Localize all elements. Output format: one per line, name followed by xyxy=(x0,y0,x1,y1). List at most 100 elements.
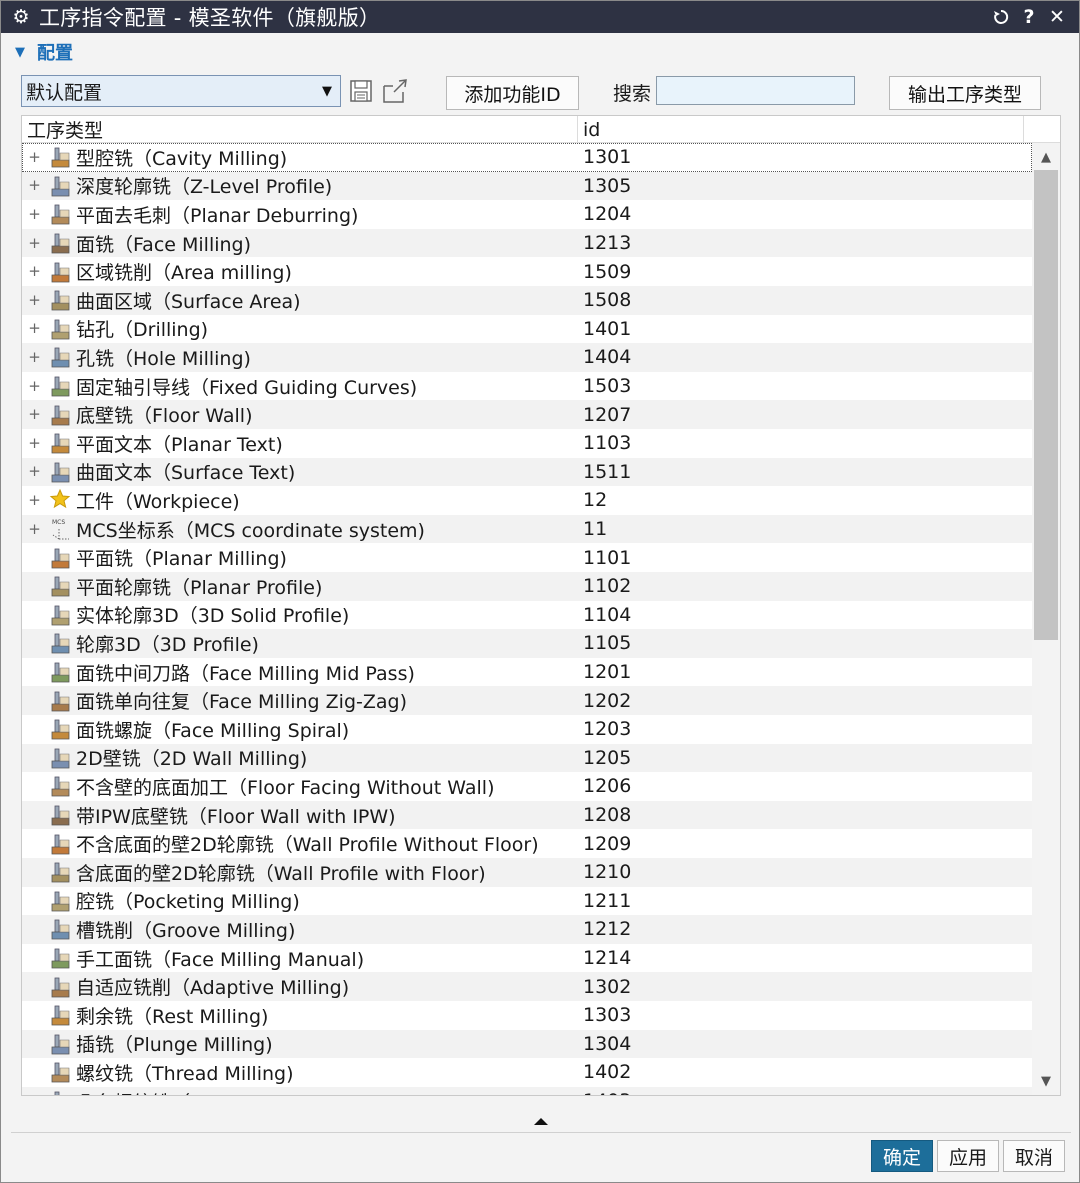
table-row[interactable]: 剩余铣（Rest Milling) 1303 xyxy=(22,1001,1032,1030)
operation-type-id: 1401 xyxy=(583,317,632,340)
table-row[interactable]: + 孔铣（Hole Milling) 1404 xyxy=(22,343,1032,372)
expand-plus-icon[interactable]: + xyxy=(28,178,41,193)
operation-type-name: 平面轮廓铣（Planar Profile) xyxy=(76,576,323,599)
cancel-button[interactable]: 取消 xyxy=(1003,1140,1065,1172)
footer-divider xyxy=(11,1132,1071,1133)
table-body: + 型腔铣（Cavity Milling) 1301 + 深度轮廓铣（Z-Level P… xyxy=(22,143,1032,1095)
table-row[interactable]: + MCS MCS坐标系（MCS coordinate system) 11 xyxy=(22,514,1032,544)
plunge-icon xyxy=(49,1032,73,1056)
close-icon[interactable]: ✕ xyxy=(1043,3,1071,31)
table-row[interactable]: + 区域铣削（Area milling) 1509 xyxy=(22,257,1032,286)
drill-icon xyxy=(49,317,73,341)
expand-plus-icon[interactable]: + xyxy=(28,264,41,279)
search-input[interactable] xyxy=(656,76,855,105)
scrollbar-thumb[interactable] xyxy=(1034,170,1058,640)
scroll-down-icon[interactable]: ▼ xyxy=(1032,1069,1060,1093)
operation-type-id: 1101 xyxy=(583,546,632,569)
config-select[interactable]: 默认配置 ▼ xyxy=(21,75,341,107)
table-row[interactable]: + 面铣（Face Milling) 1213 xyxy=(22,228,1032,258)
help-icon[interactable]: ? xyxy=(1015,3,1043,31)
dropdown-arrow-icon[interactable]: ▼ xyxy=(314,84,340,99)
zlevel-icon xyxy=(49,174,73,198)
vertical-scrollbar[interactable]: ▲ ▼ xyxy=(1032,143,1060,1095)
expand-plus-icon[interactable]: + xyxy=(28,206,41,221)
table-row[interactable]: 带IPW底壁铣（Floor Wall with IPW) 1208 xyxy=(22,800,1032,830)
table-row[interactable]: + 平面文本（Planar Text) 1103 xyxy=(22,429,1032,458)
operation-type-name: 2D壁铣（2D Wall Milling) xyxy=(76,748,308,771)
table-row[interactable]: + 型腔铣（Cavity Milling) 1301 xyxy=(22,143,1032,172)
expand-plus-icon[interactable]: + xyxy=(28,321,41,336)
table-row[interactable]: + 钻孔（Drilling) 1401 xyxy=(22,315,1032,344)
operation-type-id: 1402 xyxy=(583,1061,632,1084)
expand-plus-icon[interactable]: + xyxy=(28,435,41,450)
table-row[interactable]: + 工件（Workpiece) 12 xyxy=(22,486,1032,515)
table-row[interactable]: 平面轮廓铣（Planar Profile) 1102 xyxy=(22,572,1032,601)
table-row[interactable]: 面铣螺旋（Face Milling Spiral) 1203 xyxy=(22,715,1032,744)
collapse-panel-icon[interactable] xyxy=(531,1115,551,1127)
ok-button[interactable]: 确定 xyxy=(871,1140,933,1172)
chevron-down-icon[interactable]: ▼ xyxy=(15,45,31,60)
scroll-up-icon[interactable]: ▲ xyxy=(1032,145,1060,169)
table-row[interactable]: + 平面去毛刺（Planar Deburring) 1204 xyxy=(22,200,1032,229)
table-row[interactable]: + 固定轴引导线（Fixed Guiding Curves) 1503 xyxy=(22,372,1032,401)
table-row[interactable]: 螺纹铣（Thread Milling) 1402 xyxy=(22,1058,1032,1087)
expand-plus-icon[interactable]: + xyxy=(28,149,41,164)
rest-mill-icon xyxy=(49,1003,73,1027)
expand-plus-icon[interactable]: + xyxy=(28,349,41,364)
table-row[interactable]: 平面铣（Planar Milling) 1101 xyxy=(22,543,1032,572)
operation-type-name: 腔铣（Pocketing Milling) xyxy=(76,891,300,914)
operation-type-id: 1204 xyxy=(583,203,632,226)
reset-icon[interactable] xyxy=(987,3,1015,31)
table-row[interactable]: 轮廓3D（3D Profile) 1105 xyxy=(22,629,1032,658)
column-header-operation-type[interactable]: 工序类型 xyxy=(22,116,578,143)
table-row[interactable]: 自适应铣削（Adaptive Milling) 1302 xyxy=(22,972,1032,1001)
adaptive-icon xyxy=(49,975,73,999)
table-row[interactable]: 不含壁的底面加工（Floor Facing Without Wall) 1206 xyxy=(22,772,1032,801)
expand-plus-icon[interactable]: + xyxy=(28,492,41,507)
operation-type-id: 1208 xyxy=(583,804,632,827)
table-row[interactable]: 实体轮廓3D（3D Solid Profile) 1104 xyxy=(22,601,1032,630)
save-config-button[interactable] xyxy=(347,77,375,105)
dialog-window: ⚙ 工序指令配置 - 模圣软件（旗舰版） ? ✕ ▼ 配置 默认配置 ▼ 添加功… xyxy=(0,0,1080,1183)
table-row[interactable]: 含底面的壁2D轮廓铣（Wall Profile with Floor) 1210 xyxy=(22,858,1032,887)
table-row[interactable]: + 底壁铣（Floor Wall) 1207 xyxy=(22,400,1032,429)
export-config-button[interactable] xyxy=(381,77,409,105)
search-label: 搜索 xyxy=(613,83,652,105)
config-section-header[interactable]: ▼ 配置 xyxy=(15,40,73,64)
apply-button[interactable]: 应用 xyxy=(937,1140,999,1172)
operation-type-id: 1213 xyxy=(583,232,632,255)
operation-type-name: 实体轮廓3D（3D Solid Profile) xyxy=(76,605,350,628)
operation-type-name: 轮廓3D（3D Profile) xyxy=(76,633,259,656)
expand-plus-icon[interactable]: + xyxy=(28,292,41,307)
table-row[interactable]: + 曲面区域（Surface Area) 1508 xyxy=(22,286,1032,315)
wall-profile-icon xyxy=(49,832,73,856)
expand-plus-icon[interactable]: + xyxy=(28,378,41,393)
table-row[interactable]: 插铣（Plunge Milling) 1304 xyxy=(22,1029,1032,1059)
table-row[interactable]: 凸台螺纹铣（Boss Thread Milling) 1403 xyxy=(22,1086,1032,1095)
export-icon xyxy=(383,79,407,103)
expand-plus-icon[interactable]: + xyxy=(28,521,41,536)
expand-plus-icon[interactable]: + xyxy=(28,235,41,250)
spiral-icon xyxy=(49,717,73,741)
table-row[interactable]: 面铣单向往复（Face Milling Zig-Zag) 1202 xyxy=(22,686,1032,715)
table-row[interactable]: + 曲面文本（Surface Text) 1511 xyxy=(22,457,1032,487)
table-row[interactable]: 腔铣（Pocketing Milling) 1211 xyxy=(22,887,1032,916)
add-function-id-button[interactable]: 添加功能ID xyxy=(446,76,579,110)
table-row[interactable]: 2D壁铣（2D Wall Milling) 1205 xyxy=(22,743,1032,773)
table-row[interactable]: 手工面铣（Face Milling Manual) 1214 xyxy=(22,944,1032,973)
operation-type-id: 1403 xyxy=(583,1090,631,1095)
svg-text:MCS: MCS xyxy=(52,519,65,526)
operation-type-id: 1202 xyxy=(583,689,632,712)
table-row[interactable]: 不含底面的壁2D轮廓铣（Wall Profile Without Floor) 1… xyxy=(22,829,1032,858)
floor-facing-icon xyxy=(49,774,73,798)
gear-icon[interactable]: ⚙ xyxy=(11,6,31,28)
column-header-id[interactable]: id xyxy=(578,116,1024,143)
expand-plus-icon[interactable]: + xyxy=(28,407,41,422)
export-operation-types-button[interactable]: 输出工序类型 xyxy=(889,76,1041,110)
table-row[interactable]: 槽铣削（Groove Milling) 1212 xyxy=(22,915,1032,944)
expand-plus-icon[interactable]: + xyxy=(28,464,41,479)
operation-type-name: 不含壁的底面加工（Floor Facing Without Wall) xyxy=(76,776,495,799)
table-row[interactable]: + 深度轮廓铣（Z-Level Profile) 1305 xyxy=(22,171,1032,201)
operation-type-name: 曲面文本（Surface Text) xyxy=(76,462,296,485)
table-row[interactable]: 面铣中间刀路（Face Milling Mid Pass) 1201 xyxy=(22,658,1032,687)
